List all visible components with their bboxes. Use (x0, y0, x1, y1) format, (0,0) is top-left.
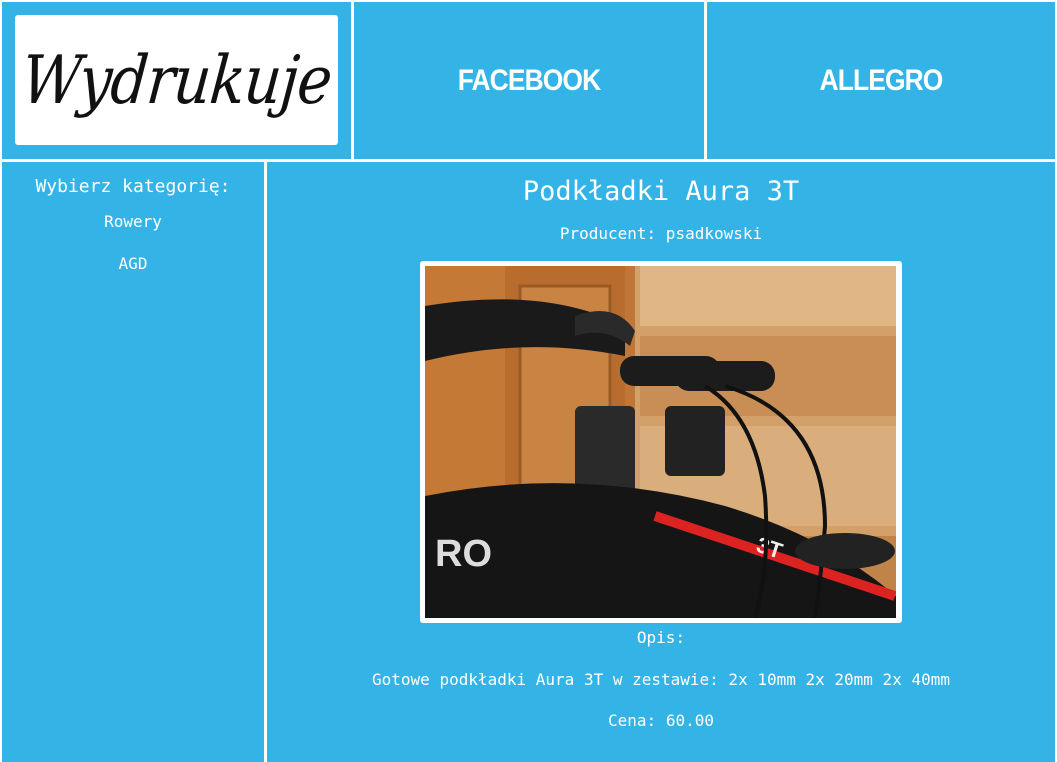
product-producer: Producent: psadkowski (559, 224, 763, 243)
allegro-link[interactable]: ALLEGRO (728, 2, 1034, 159)
category-sidebar: Wybierz kategorię: Rowery AGD (2, 162, 264, 762)
product-panel: Podkładki Aura 3T Producent: psadkowski (267, 162, 1055, 762)
svg-text:RO: RO (435, 533, 492, 575)
product-title: Podkładki Aura 3T (522, 176, 800, 207)
sidebar-item-agd[interactable]: AGD (2, 254, 264, 273)
logo: Wydrukuje (18, 40, 335, 120)
header-allegro-cell: ALLEGRO (707, 2, 1055, 159)
header-logo-cell: Wydrukuje (2, 2, 351, 159)
header-facebook-cell: FACEBOOK (354, 2, 704, 159)
bicycle-handlebar-photo: 3T RO (425, 266, 896, 618)
facebook-link[interactable]: FACEBOOK (375, 2, 683, 159)
logo-link[interactable]: Wydrukuje (15, 15, 338, 145)
product-price: Cena: 60.00 (608, 711, 714, 730)
product-description: Gotowe podkładki Aura 3T w zestawie: 2x … (372, 670, 950, 689)
sidebar-title: Wybierz kategorię: (35, 176, 231, 197)
product-photo-frame: 3T RO (420, 261, 902, 623)
description-label: Opis: (636, 628, 686, 647)
sidebar-item-rowery[interactable]: Rowery (2, 212, 264, 231)
